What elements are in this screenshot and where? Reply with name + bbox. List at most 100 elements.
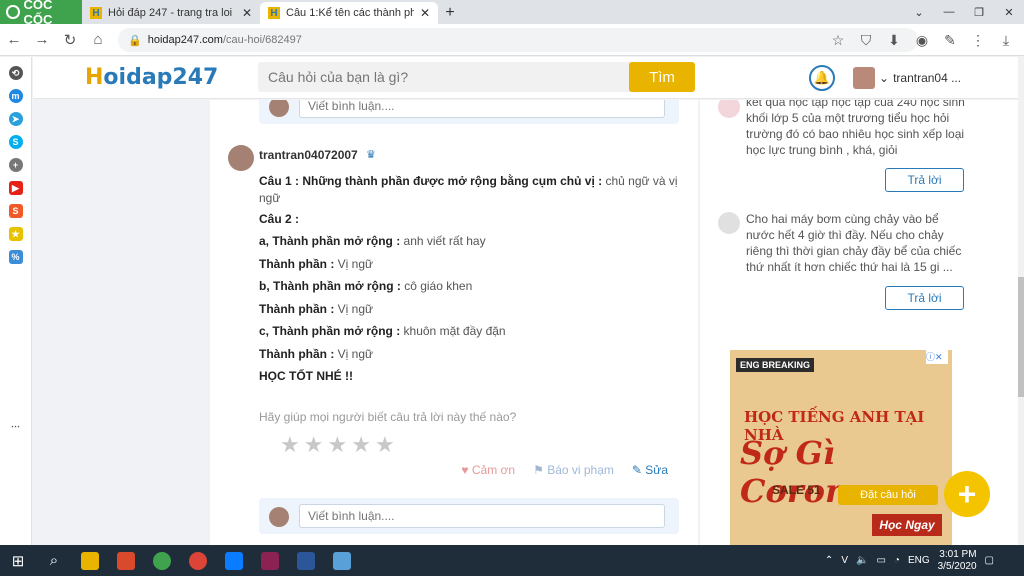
close-window-icon[interactable]: ✕ (994, 0, 1024, 24)
star-icon[interactable]: ★ (351, 432, 371, 458)
notification-bell-icon[interactable]: 🔔 (809, 65, 835, 91)
ask-question-button[interactable]: + (944, 471, 990, 517)
notification-center-icon[interactable]: ▢ (985, 555, 994, 566)
rating-stars: ★ ★ ★ ★ ★ (280, 432, 395, 458)
answer-line: a, Thành phần mở rộng : anh viết rất hay (259, 234, 486, 248)
avatar[interactable] (228, 145, 254, 171)
username: trantran04 ... (893, 71, 962, 85)
unikey-icon[interactable]: V (841, 555, 848, 566)
app-icon[interactable] (324, 545, 360, 576)
close-tab-icon[interactable]: ✕ (242, 6, 252, 20)
coccoc-extension-icon[interactable]: ◉ (912, 28, 932, 52)
forward-icon[interactable]: → (28, 31, 56, 48)
report-button[interactable]: ⚑ Báo vi phạm (533, 463, 614, 477)
extension-icon[interactable]: ✎ (940, 28, 960, 52)
tab-hoidap-home[interactable]: H Hỏi đáp 247 - trang tra loi ✕ (82, 2, 260, 24)
shield-icon[interactable]: ⛉ (856, 28, 876, 52)
browser-menu-button[interactable]: CỐC CỐC (0, 0, 82, 27)
file-explorer-icon[interactable] (72, 545, 108, 576)
pencil-icon: ✎ (631, 463, 646, 477)
download-manager-icon[interactable]: ⬇ (884, 28, 904, 52)
hoidap-favicon-icon: H (268, 7, 280, 19)
bookmark-star-icon[interactable]: ☆ (828, 28, 848, 52)
telegram-icon[interactable]: ➤ (8, 112, 23, 126)
battery-icon[interactable]: ▭ (876, 555, 885, 566)
coccoc-logo-icon (6, 5, 20, 19)
ad-cta-button[interactable]: Học Ngay (872, 514, 942, 536)
chrome-icon[interactable] (180, 545, 216, 576)
restore-icon[interactable]: ❐ (964, 0, 994, 24)
reply-button[interactable]: Trả lời (885, 168, 964, 192)
comment-input[interactable] (299, 100, 665, 118)
thanks-button[interactable]: ♥ Cảm ơn (461, 463, 515, 477)
answer-actions: ♥ Cảm ơn ⚑ Báo vi phạm ✎ Sửa (461, 463, 668, 477)
windows-start-icon[interactable]: ⊞ (0, 545, 36, 576)
star-icon[interactable]: ★ (327, 432, 347, 458)
home-icon[interactable]: ⌂ (84, 31, 112, 48)
comment-box (259, 498, 679, 534)
search-icon[interactable]: ⌕ (36, 545, 72, 576)
shopee-icon[interactable]: S (8, 204, 23, 218)
tab-title: Câu 1:Kể tên các thành phần (286, 7, 414, 19)
scrollbar[interactable] (1018, 57, 1024, 545)
downloads-icon[interactable]: ⤓ (996, 28, 1016, 52)
winrar-icon[interactable] (252, 545, 288, 576)
site-header: Hoidap247 Tìm 🔔 ⌄ trantran04 ... (33, 57, 1018, 99)
reply-button[interactable]: Trả lời (885, 286, 964, 310)
deal-icon[interactable]: % (8, 250, 23, 264)
answer-line: Câu 2 : (259, 212, 300, 226)
add-sidebar-app-icon[interactable]: + (8, 158, 23, 172)
search-button[interactable]: Tìm (629, 62, 695, 92)
answer-author[interactable]: trantran04072007 (259, 148, 358, 162)
chevron-up-icon[interactable]: ⌃ (825, 555, 833, 566)
star-icon[interactable]: ★ (304, 432, 324, 458)
volume-icon[interactable]: 🔈 (856, 555, 868, 566)
tab-question[interactable]: H Câu 1:Kể tên các thành phần ✕ (260, 2, 438, 24)
hoidap-favicon-icon: H (90, 7, 102, 19)
system-tray: ⌃ V 🔈 ▭ ◔ ENG 3:01 PM 3/5/2020 ▢ (825, 545, 994, 576)
word-icon[interactable] (288, 545, 324, 576)
avatar (853, 67, 875, 89)
comment-input[interactable] (299, 504, 665, 528)
coccoc-browser-icon[interactable] (144, 545, 180, 576)
clock[interactable]: 3:01 PM 3/5/2020 (938, 549, 977, 573)
hoidap247-logo[interactable]: Hoidap247 (85, 65, 218, 90)
close-tab-icon[interactable]: ✕ (420, 6, 430, 20)
skype-icon[interactable]: S (8, 135, 23, 149)
game-icon[interactable]: ★ (8, 227, 23, 241)
youtube-icon[interactable]: ▶ (8, 181, 23, 195)
question-text[interactable]: kết quả học tập học tập của 240 học sinh… (746, 100, 966, 158)
back-icon[interactable]: ← (0, 31, 28, 48)
new-tab-button[interactable]: + (438, 2, 462, 24)
more-menu-icon[interactable]: ⋮ (968, 28, 988, 52)
zalo-icon[interactable] (216, 545, 252, 576)
window-controls: ⌄ — ❐ ✕ (904, 0, 1024, 24)
network-icon[interactable]: ◔ (894, 555, 900, 566)
input-language[interactable]: ENG (908, 555, 930, 566)
answer-line: Câu 1 : Những thành phần được mở rộng bằ… (259, 174, 678, 205)
ad-choices-icon[interactable]: ⓘ✕ (926, 350, 948, 364)
search-input[interactable] (258, 62, 630, 92)
avatar (269, 507, 289, 527)
scrollbar-thumb[interactable] (1018, 277, 1024, 397)
star-icon[interactable]: ★ (375, 432, 395, 458)
sidebar-more-icon[interactable]: ⋯ (9, 419, 23, 433)
question-text[interactable]: Cho hai máy bơm cùng chảy vào bể nước hế… (746, 211, 966, 275)
ask-question-label[interactable]: Đặt câu hỏi (838, 485, 938, 505)
paint-app-icon[interactable] (108, 545, 144, 576)
url-field[interactable]: 🔒 hoidap247.com/cau-hoi/682497 (118, 28, 918, 52)
heart-icon: ♥ (461, 463, 472, 477)
star-icon[interactable]: ★ (280, 432, 300, 458)
avatar (718, 212, 740, 234)
advertisement[interactable]: ⓘ✕ ENG BREAKING HỌC TIẾNG ANH TẠI NHÀ Sợ… (730, 350, 952, 545)
edit-button[interactable]: ✎ Sửa (632, 463, 668, 477)
answer-line: Thành phần : Vị ngữ (259, 347, 374, 361)
reload-icon[interactable]: ↻ (56, 31, 84, 49)
url-domain: hoidap247.com (147, 34, 223, 46)
user-menu[interactable]: ⌄ trantran04 ... (853, 67, 961, 89)
tab-search-icon[interactable]: ⌄ (904, 0, 934, 24)
answer-line: Thành phần : Vị ngữ (259, 302, 374, 316)
minimize-icon[interactable]: — (934, 0, 964, 24)
history-icon[interactable]: ⟲ (8, 66, 23, 80)
messenger-icon[interactable]: m (8, 89, 23, 103)
